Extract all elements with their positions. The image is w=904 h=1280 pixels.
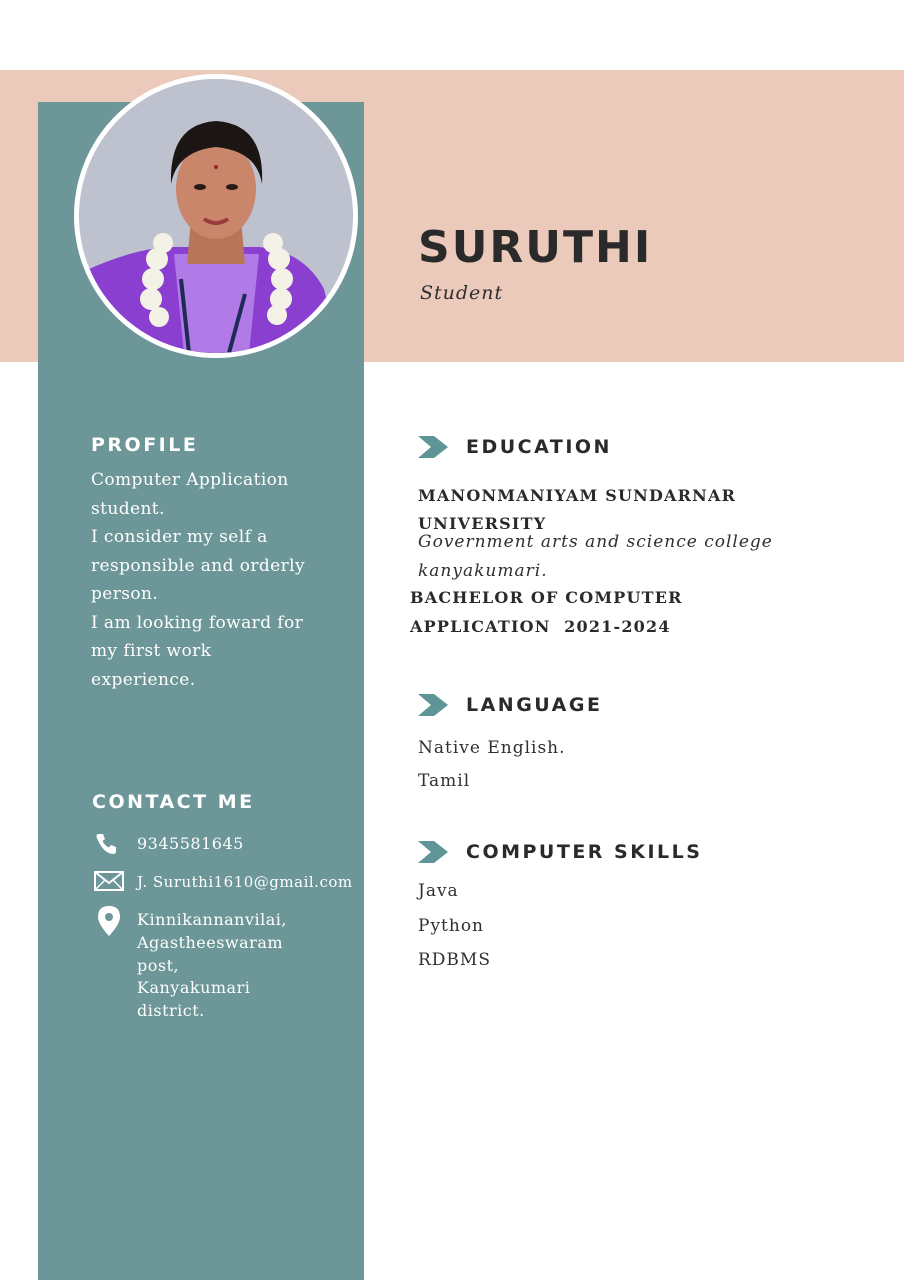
college-line: Government arts and science college bbox=[418, 532, 773, 552]
chevron-right-icon bbox=[418, 694, 448, 716]
contact-heading: CONTACT ME bbox=[92, 791, 255, 813]
education-title: EDUCATION bbox=[466, 436, 612, 458]
profile-line: Computer Application bbox=[91, 470, 289, 490]
degree-line: APPLICATION 2021-2024 bbox=[410, 617, 671, 636]
profile-line: experience. bbox=[91, 669, 196, 690]
chevron-right-icon bbox=[418, 841, 448, 863]
language-item: Tamil bbox=[418, 771, 471, 791]
address-line: post, bbox=[137, 955, 180, 975]
degree-line: BACHELOR OF COMPUTER bbox=[410, 588, 683, 607]
address-line: district. bbox=[137, 1001, 205, 1021]
profile-summary: Computer Application student. I consider… bbox=[91, 466, 331, 694]
language-title: LANGUAGE bbox=[466, 694, 603, 716]
profile-photo bbox=[74, 74, 358, 358]
location-pin-icon bbox=[98, 906, 120, 940]
profile-line: my first work bbox=[91, 641, 212, 661]
profile-heading: PROFILE bbox=[91, 434, 199, 456]
skills-title: COMPUTER SKILLS bbox=[466, 841, 703, 863]
profile-line: I am looking foward for bbox=[91, 612, 304, 633]
address-line: Kanyakumari bbox=[137, 978, 251, 998]
email-address: J. Suruthi1610@gmail.com bbox=[137, 873, 353, 891]
skill-item: Python bbox=[418, 916, 485, 936]
skill-item: Java bbox=[418, 881, 459, 901]
profile-line: I consider my self a bbox=[91, 527, 268, 547]
university-line: MANONMANIYAM SUNDARNAR bbox=[418, 486, 737, 505]
chevron-right-icon bbox=[418, 436, 448, 458]
candidate-role: Student bbox=[420, 282, 504, 304]
skill-item: RDBMS bbox=[418, 950, 491, 970]
profile-line: responsible and orderly bbox=[91, 555, 305, 576]
candidate-name: SURUTHI bbox=[418, 222, 653, 273]
language-item: Native English. bbox=[418, 738, 566, 758]
address-line: Agastheeswaram bbox=[137, 932, 284, 952]
phone-number: 9345581645 bbox=[137, 834, 244, 853]
university-line: UNIVERSITY bbox=[418, 514, 547, 533]
address-line: Kinnikannanvilai, bbox=[137, 910, 287, 929]
profile-line: student. bbox=[91, 498, 165, 519]
address: Kinnikannanvilai, Agastheeswaram post, K… bbox=[137, 909, 287, 1023]
mail-icon bbox=[94, 871, 124, 895]
phone-icon bbox=[94, 832, 118, 860]
college-line: kanyakumari. bbox=[418, 561, 548, 581]
profile-line: person. bbox=[91, 584, 159, 604]
